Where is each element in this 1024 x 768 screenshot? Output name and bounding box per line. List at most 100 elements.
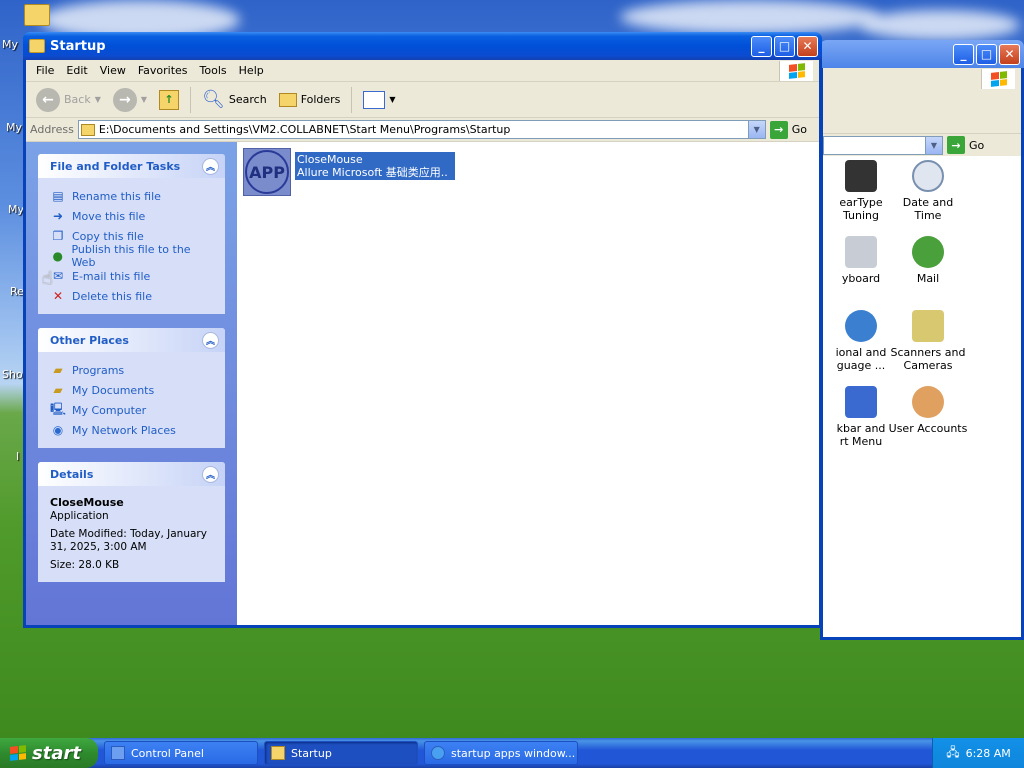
desktop-icon-label[interactable]: Re	[10, 285, 24, 298]
menu-file[interactable]: File	[30, 62, 60, 79]
place-my-documents[interactable]: ▰ My Documents	[50, 380, 213, 400]
control-panel-go-button[interactable]: → Go	[947, 136, 996, 154]
task-move[interactable]: ➜ Move this file	[50, 206, 213, 226]
hand-cursor-icon: ☝	[42, 268, 53, 289]
chevron-down-icon[interactable]: ▼	[925, 136, 942, 154]
views-icon	[363, 90, 386, 109]
menu-favorites[interactable]: Favorites	[132, 62, 194, 79]
details-header[interactable]: Details ︽	[38, 462, 225, 486]
task-email[interactable]: ✉ E-mail this file	[50, 266, 213, 286]
task-rename[interactable]: ▤ Rename this file	[50, 186, 213, 206]
toolbar: ← Back ▼ → ▼ ↑ 🔍︎ Search Folders ▼	[26, 82, 819, 118]
taskbar-startup[interactable]: Startup	[264, 741, 418, 765]
control-panel-titlebar[interactable]: _ □ ✕	[820, 40, 1024, 68]
menubar: File Edit View Favorites Tools Help	[26, 60, 819, 82]
details-type: Application	[50, 510, 109, 522]
minimize-icon[interactable]: _	[751, 35, 772, 57]
maximize-icon[interactable]: □	[774, 35, 795, 57]
task-pane: File and Folder Tasks ︽ ▤ Rename this file…	[26, 142, 237, 625]
computer-icon: 🖳	[50, 401, 67, 416]
chevron-down-icon[interactable]: ▼	[747, 121, 765, 138]
search-button[interactable]: 🔍︎ Search	[198, 87, 271, 112]
start-button[interactable]: start	[0, 738, 98, 768]
collapse-icon[interactable]: ︽	[202, 465, 219, 483]
file-item-closemouse[interactable]: APP CloseMouse Allure Microsoft 基础类应用...	[243, 148, 455, 196]
startup-titlebar[interactable]: Startup _ □ ✕	[23, 32, 822, 60]
other-places-header[interactable]: Other Places ︽	[38, 328, 225, 352]
folder-icon[interactable]	[24, 4, 50, 26]
cleartype-icon	[845, 160, 877, 192]
back-button[interactable]: ← Back ▼	[32, 86, 105, 114]
folder-icon	[80, 123, 95, 136]
control-panel-window[interactable]: _ □ ✕ ▼ → Go earType Tuning Date and Time…	[820, 40, 1024, 640]
file-folder-tasks-header[interactable]: File and Folder Tasks ︽	[38, 154, 225, 178]
place-my-network[interactable]: ◉ My Network Places	[50, 420, 213, 440]
cp-item-mail[interactable]: Mail	[888, 236, 968, 285]
cp-item-scanners[interactable]: Scanners and Cameras	[888, 310, 968, 372]
taskbar-icon	[845, 386, 877, 418]
close-icon[interactable]: ✕	[797, 35, 818, 57]
menu-tools[interactable]: Tools	[194, 62, 233, 79]
address-field[interactable]: E:\Documents and Settings\VM2.COLLABNET\…	[77, 120, 766, 139]
clock-icon	[912, 160, 944, 192]
taskbar-control-panel[interactable]: Control Panel	[104, 741, 258, 765]
address-bar: Address E:\Documents and Settings\VM2.CO…	[26, 118, 819, 142]
control-panel-icon	[111, 746, 125, 760]
folders-button[interactable]: Folders	[275, 91, 345, 109]
windows-logo-icon	[981, 69, 1015, 89]
collapse-icon[interactable]: ︽	[202, 157, 219, 175]
menu-view[interactable]: View	[94, 62, 132, 79]
cp-item-user-accounts[interactable]: User Accounts	[888, 386, 968, 435]
close-icon[interactable]: ✕	[999, 43, 1020, 65]
globe-icon: ●	[52, 249, 63, 263]
users-icon	[912, 386, 944, 418]
minimize-icon[interactable]: _	[953, 43, 974, 65]
forward-button[interactable]: → ▼	[109, 86, 151, 114]
go-arrow-icon: →	[947, 136, 965, 154]
task-delete[interactable]: ✕ Delete this file	[50, 286, 213, 306]
details-panel: Details ︽ CloseMouse Application Date Mod…	[38, 462, 225, 582]
up-folder-icon: ↑	[159, 89, 180, 110]
maximize-icon[interactable]: □	[976, 43, 997, 65]
details-modified: Date Modified: Today, January 31, 2025, …	[50, 528, 207, 553]
system-tray: 🖧 6:28 AM	[932, 738, 1024, 768]
windows-logo-icon	[779, 61, 813, 81]
delete-icon: ✕	[52, 289, 64, 303]
clock[interactable]: 6:28 AM	[966, 747, 1011, 760]
place-my-computer[interactable]: 🖳 My Computer	[50, 400, 213, 420]
keyboard-icon	[845, 236, 877, 268]
menu-edit[interactable]: Edit	[60, 62, 93, 79]
documents-folder-icon: ▰	[53, 383, 63, 397]
desktop-icon-label[interactable]: Sho	[2, 368, 23, 381]
desktop-icon-label[interactable]: My	[6, 121, 22, 134]
views-button[interactable]: ▼	[359, 89, 399, 111]
desktop-icon-label[interactable]: My	[2, 38, 18, 51]
collapse-icon[interactable]: ︽	[202, 331, 219, 349]
search-icon: 🔍︎	[202, 89, 225, 110]
windows-logo-icon	[10, 745, 26, 761]
network-icon: ◉	[52, 423, 64, 437]
menu-help[interactable]: Help	[233, 62, 270, 79]
address-label: Address	[30, 123, 74, 136]
globe-icon	[845, 310, 877, 342]
desktop-icon-label[interactable]: My	[8, 203, 24, 216]
folder-icon	[29, 39, 45, 53]
control-panel-address-field[interactable]: ▼	[823, 135, 943, 155]
forward-arrow-icon: →	[112, 87, 137, 112]
taskbar-browser[interactable]: startup apps window...	[424, 741, 578, 765]
copy-icon: ❐	[52, 229, 64, 243]
taskbar: start Control Panel Startup startup apps…	[0, 738, 1024, 768]
cp-item-date-time[interactable]: Date and Time	[888, 160, 968, 222]
place-programs[interactable]: ▰ Programs	[50, 360, 213, 380]
mail-icon	[912, 236, 944, 268]
application-icon: APP	[243, 148, 291, 196]
address-value: E:\Documents and Settings\VM2.COLLABNET\…	[98, 123, 511, 136]
up-folder-button[interactable]: ↑	[155, 88, 183, 112]
startup-window[interactable]: Startup _ □ ✕ File Edit View Favorites T…	[23, 32, 822, 628]
file-view[interactable]: APP CloseMouse Allure Microsoft 基础类应用...	[237, 142, 819, 625]
internet-explorer-icon	[431, 746, 445, 760]
go-button[interactable]: → Go	[769, 120, 819, 139]
desktop-icon-label[interactable]: I	[16, 450, 19, 463]
task-publish[interactable]: ● Publish this file to the Web	[50, 243, 213, 269]
network-icon[interactable]: 🖧	[946, 743, 959, 764]
